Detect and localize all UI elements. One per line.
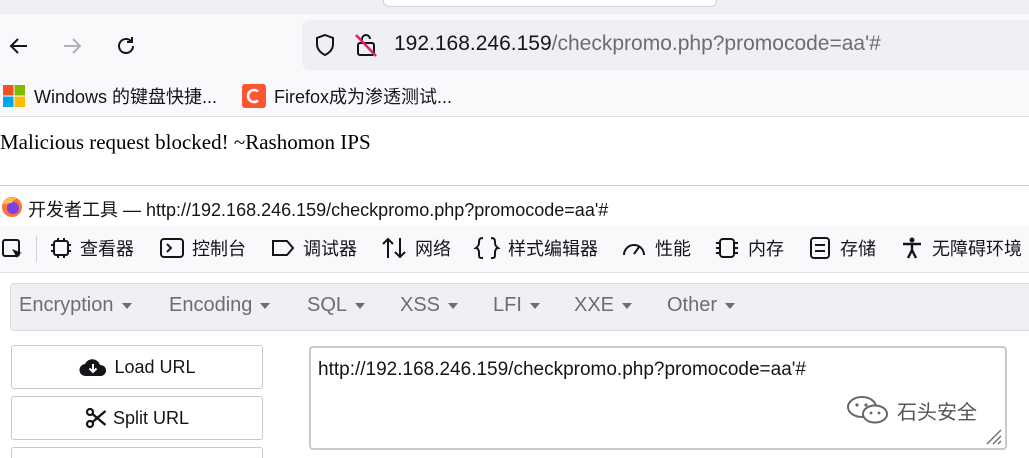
performance-gauge-icon — [623, 244, 645, 256]
devtools-toolbar: 查看器 控制台 调试器 网络 样式编辑器 性能 内存 存储 无障碍环境 — [0, 226, 1029, 273]
tab-network[interactable]: 网络 — [381, 235, 451, 261]
tab-style-editor[interactable]: 样式编辑器 — [474, 235, 598, 261]
menu-label: Other — [667, 294, 718, 316]
menu-label: Encryption — [19, 294, 114, 316]
menu-lfi[interactable]: LFI — [493, 294, 540, 317]
navigation-bar: 192.168.246.159/checkpromo.php?promocode… — [0, 14, 1029, 76]
scissors-icon — [85, 407, 107, 429]
bookmarks-bar: Windows 的键盘快捷... Firefox成为渗透测试... — [0, 76, 1029, 117]
toolbar-divider — [36, 236, 37, 262]
menu-encoding[interactable]: Encoding — [169, 294, 271, 317]
style-editor-braces-icon — [474, 237, 500, 259]
chevron-down-icon — [622, 302, 633, 309]
active-tab[interactable] — [383, 0, 717, 7]
tab-storage[interactable]: 存储 — [808, 235, 876, 261]
menu-label: Encoding — [169, 294, 253, 316]
url-bar[interactable]: 192.168.246.159/checkpromo.php?promocode… — [302, 20, 1029, 70]
hackbar-menu-bar: Encryption Encoding SQL XSS LFI XXE Othe… — [10, 283, 1029, 331]
tab-label: 存储 — [840, 239, 876, 259]
watermark-text: 石头安全 — [897, 401, 977, 424]
element-picker-icon[interactable] — [1, 238, 25, 262]
insecure-lock-icon[interactable] — [354, 32, 378, 58]
chevron-down-icon — [121, 302, 132, 309]
chevron-down-icon — [448, 302, 459, 309]
cloud-download-icon — [79, 359, 107, 377]
bookmark-label: Firefox成为渗透测试... — [274, 87, 453, 107]
tab-label: 样式编辑器 — [508, 239, 598, 259]
devtools-panel: 开发者工具 — http://192.168.246.159/checkprom… — [0, 185, 1029, 458]
tab-label: 控制台 — [192, 239, 246, 259]
hackbar-url-value: http://192.168.246.159/checkpromo.php?pr… — [318, 359, 806, 380]
chevron-down-icon — [355, 302, 366, 309]
bookmark-firefox-pentest[interactable]: Firefox成为渗透测试... — [242, 83, 452, 109]
inspector-icon — [51, 238, 71, 258]
chevron-down-icon — [725, 302, 736, 309]
watermark: 石头安全 — [845, 395, 977, 425]
next-hackbar-button[interactable] — [11, 447, 263, 458]
menu-xxe[interactable]: XXE — [574, 294, 633, 317]
reload-button[interactable] — [112, 32, 140, 60]
tab-label: 无障碍环境 — [932, 239, 1022, 259]
page-content: Malicious request blocked! ~Rashomon IPS — [0, 117, 1029, 185]
url-path: /checkpromo.php?promocode=aa'# — [551, 32, 881, 55]
tab-label: 调试器 — [303, 239, 357, 259]
tab-memory[interactable]: 内存 — [714, 235, 784, 261]
load-url-button[interactable]: Load URL — [11, 345, 263, 389]
menu-xss[interactable]: XSS — [400, 294, 459, 317]
button-label: Split URL — [112, 407, 190, 428]
tab-label: 查看器 — [80, 239, 134, 259]
menu-sql[interactable]: SQL — [307, 294, 366, 317]
split-url-button[interactable]: Split URL — [11, 396, 263, 440]
chevron-down-icon — [529, 302, 540, 309]
debugger-icon — [272, 240, 295, 256]
tab-label: 网络 — [415, 239, 451, 259]
tab-console[interactable]: 控制台 — [160, 235, 246, 261]
tracking-protection-shield-icon[interactable] — [314, 33, 336, 57]
network-arrows-icon — [382, 237, 406, 259]
firefox-logo-icon — [2, 197, 22, 217]
menu-label: XXE — [574, 294, 615, 316]
forward-arrow-icon — [64, 38, 82, 54]
bookmark-label: Windows 的键盘快捷... — [34, 87, 218, 107]
menu-label: LFI — [493, 294, 522, 316]
storage-icon — [810, 237, 830, 259]
windows-logo-icon — [3, 85, 25, 107]
tab-inspector[interactable]: 查看器 — [50, 235, 134, 261]
menu-encryption[interactable]: Encryption — [19, 294, 132, 317]
menu-label: SQL — [307, 294, 348, 316]
console-icon — [160, 238, 184, 258]
reload-icon — [118, 37, 134, 54]
tab-label: 性能 — [655, 239, 691, 259]
url-text[interactable]: 192.168.246.159/checkpromo.php?promocode… — [394, 32, 881, 56]
back-button[interactable] — [5, 32, 33, 60]
menu-other[interactable]: Other — [667, 294, 736, 317]
tab-label: 内存 — [748, 239, 784, 259]
wechat-logo-icon — [847, 396, 888, 424]
resize-grip-icon[interactable] — [983, 426, 1003, 446]
csdn-logo-icon — [242, 84, 266, 108]
menu-label: XSS — [400, 294, 441, 316]
accessibility-person-icon — [903, 237, 921, 259]
blocked-message: Malicious request blocked! ~Rashomon IPS — [0, 130, 371, 154]
forward-button[interactable] — [58, 32, 86, 60]
back-arrow-icon — [9, 38, 27, 54]
chevron-down-icon — [260, 302, 271, 309]
url-host: 192.168.246.159 — [394, 32, 552, 55]
tab-performance[interactable]: 性能 — [621, 235, 691, 261]
bookmark-windows-shortcuts[interactable]: Windows 的键盘快捷... — [2, 83, 217, 109]
button-label: Load URL — [114, 356, 196, 377]
tab-debugger[interactable]: 调试器 — [271, 235, 357, 261]
devtools-title-bar: 开发者工具 — http://192.168.246.159/checkprom… — [0, 186, 1029, 226]
tab-strip — [0, 0, 1029, 14]
devtools-title: 开发者工具 — http://192.168.246.159/checkprom… — [28, 200, 609, 220]
memory-chip-icon — [716, 238, 738, 258]
tab-accessibility[interactable]: 无障碍环境 — [900, 235, 1022, 261]
